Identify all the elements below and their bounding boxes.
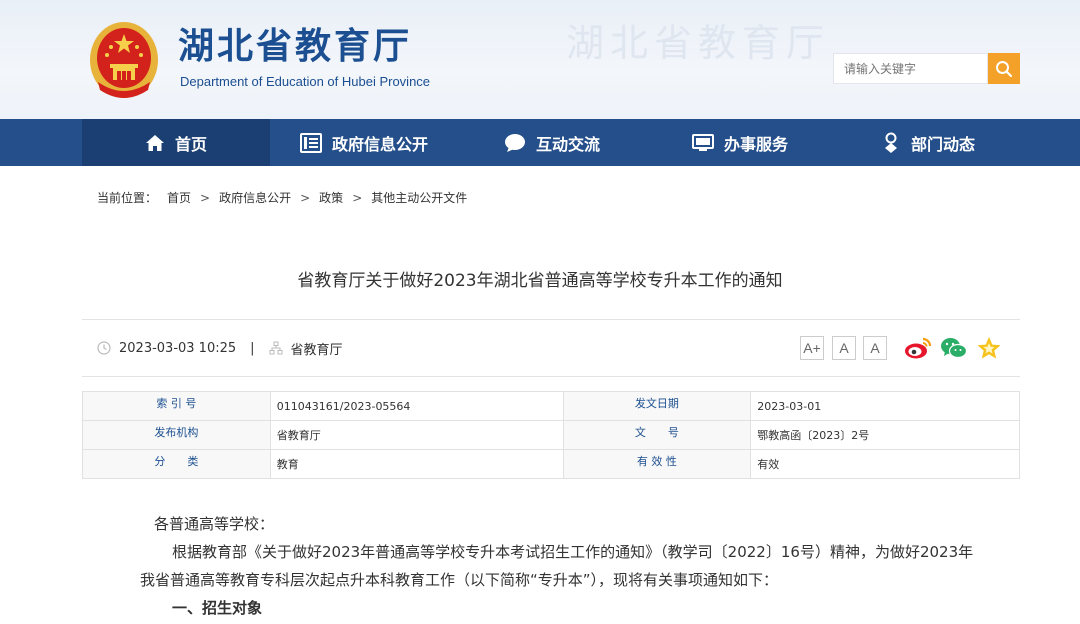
body-paragraph: 根据教育部《关于做好2023年普通高等学校专升本考试招生工作的通知》（教学司〔2… bbox=[140, 543, 974, 589]
search-input[interactable] bbox=[833, 53, 988, 84]
breadcrumb: 当前位置： 首页 > 政府信息公开 > 政策 > 其他主动公开文件 bbox=[97, 189, 467, 206]
breadcrumb-separator: > bbox=[200, 190, 211, 205]
nav-item-interaction[interactable]: 互动交流 bbox=[458, 119, 646, 166]
article-body: 各普通高等学校： 根据教育部《关于做好2023年普通高等学校专升本考试招生工作的… bbox=[140, 510, 980, 622]
table-row: 发布机构 省教育厅 文 号 鄂教高函〔2023〕2号 bbox=[82, 420, 1020, 450]
breadcrumb-item-home[interactable]: 首页 bbox=[167, 189, 191, 206]
font-decrease-button[interactable]: A bbox=[863, 336, 887, 360]
breadcrumb-separator: > bbox=[352, 190, 363, 205]
section-heading: 一、招生对象 bbox=[172, 599, 263, 617]
article-meta: 2023-03-03 10:25 | 省教育厅 bbox=[97, 338, 343, 358]
info-value: 鄂教高函〔2023〕2号 bbox=[750, 420, 1020, 450]
breadcrumb-item-policy[interactable]: 政策 bbox=[319, 189, 343, 206]
meta-divider bbox=[82, 376, 1020, 377]
article-source: 省教育厅 bbox=[290, 342, 343, 358]
weibo-share-icon[interactable] bbox=[904, 336, 932, 360]
nav-item-services[interactable]: 办事服务 bbox=[646, 119, 834, 166]
info-label: 发布机构 bbox=[82, 420, 271, 450]
document-info-table: 索 引 号 011043161/2023-05564 发文日期 2023-03-… bbox=[82, 391, 1020, 479]
site-title[interactable]: 湖北省教育厅 bbox=[178, 24, 412, 68]
document-list-icon bbox=[299, 132, 322, 153]
table-row: 索 引 号 011043161/2023-05564 发文日期 2023-03-… bbox=[82, 391, 1020, 421]
breadcrumb-item-other-files[interactable]: 其他主动公开文件 bbox=[371, 189, 467, 206]
clock-icon bbox=[97, 341, 111, 355]
info-label: 有 效 性 bbox=[562, 449, 752, 479]
meta-separator: | bbox=[250, 340, 255, 356]
nav-item-label: 首页 bbox=[174, 134, 207, 154]
nav-item-label: 办事服务 bbox=[723, 134, 788, 154]
font-increase-button[interactable]: A+ bbox=[800, 336, 824, 360]
favorite-star-icon[interactable] bbox=[976, 336, 1002, 360]
person-location-icon bbox=[884, 132, 897, 153]
site-header: 湖北省教育厅 湖北省教育厅 Department of Education of… bbox=[0, 0, 1080, 119]
org-tree-icon bbox=[269, 341, 283, 355]
article-title: 省教育厅关于做好2023年湖北省普通高等学校专升本工作的通知 bbox=[297, 271, 783, 291]
monitor-icon bbox=[691, 133, 714, 151]
info-label: 文 号 bbox=[562, 420, 752, 450]
main-nav: 首页 政府信息公开 互动交流 办事服务 部门动态 bbox=[0, 119, 1080, 166]
nav-item-label: 互动交流 bbox=[535, 134, 600, 154]
info-value: 2023-03-01 bbox=[750, 391, 1020, 421]
title-divider bbox=[82, 319, 1020, 320]
wechat-share-icon[interactable] bbox=[940, 336, 968, 360]
nav-item-label: 政府信息公开 bbox=[331, 134, 428, 154]
info-value: 省教育厅 bbox=[269, 420, 564, 450]
chat-bubble-icon bbox=[504, 133, 525, 152]
info-label: 索 引 号 bbox=[82, 391, 271, 421]
info-label: 发文日期 bbox=[562, 391, 752, 421]
font-reset-button[interactable]: A bbox=[832, 336, 856, 360]
nav-item-gov-info[interactable]: 政府信息公开 bbox=[270, 119, 458, 166]
table-row: 分 类 教育 有 效 性 有效 bbox=[82, 449, 1020, 479]
nav-item-home[interactable]: 首页 bbox=[82, 119, 270, 166]
header-watermark: 湖北省教育厅 bbox=[565, 21, 830, 65]
nav-item-dept-news[interactable]: 部门动态 bbox=[834, 119, 1022, 166]
breadcrumb-item-gov-info[interactable]: 政府信息公开 bbox=[219, 189, 291, 206]
breadcrumb-separator: > bbox=[300, 190, 311, 205]
publish-datetime: 2023-03-03 10:25 bbox=[119, 340, 237, 356]
nav-item-label: 部门动态 bbox=[910, 134, 975, 154]
search-icon bbox=[996, 60, 1013, 77]
national-emblem-icon[interactable] bbox=[88, 20, 160, 100]
site-subtitle: Department of Education of Hubei Provinc… bbox=[180, 74, 431, 89]
info-label: 分 类 bbox=[82, 449, 271, 479]
breadcrumb-prefix: 当前位置： bbox=[97, 191, 158, 205]
info-value: 教育 bbox=[269, 449, 564, 479]
info-value: 有效 bbox=[750, 449, 1020, 479]
search-button[interactable] bbox=[988, 53, 1020, 84]
salutation: 各普通高等学校： bbox=[154, 515, 275, 533]
info-value: 011043161/2023-05564 bbox=[269, 391, 564, 421]
home-icon bbox=[145, 134, 164, 151]
